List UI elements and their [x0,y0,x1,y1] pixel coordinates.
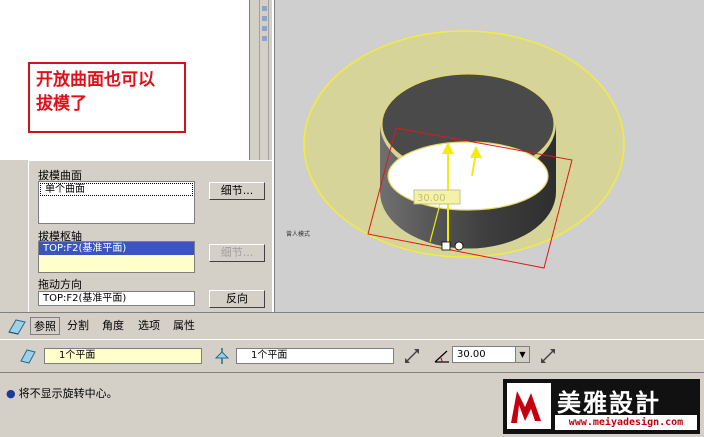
draft-surfaces-list[interactable]: 单个曲面 [38,181,195,224]
logo-brand-text: 美雅設計 [557,388,661,417]
tab-split[interactable]: 分割 [64,317,92,335]
hinge-field[interactable]: 1个平面 [44,348,202,364]
graphics-viewport[interactable]: 30.00 曾人模式 [276,0,704,312]
dashboard-controls: 1个平面 1个平面 [0,339,704,371]
angle-icon [434,350,449,363]
draft-surfaces-item[interactable]: 单个曲面 [40,183,193,196]
tab-references[interactable]: 参照 [30,317,60,335]
logo-mark-icon [507,383,551,429]
tab-angles[interactable]: 角度 [99,317,127,335]
draft-hinge-item[interactable]: TOP:F2(基准平面) [39,242,194,255]
draft-hinge-list[interactable]: TOP:F2(基准平面) [38,241,195,273]
hole-bottom-ellipse [387,141,549,211]
angle-combo[interactable]: 30.00 ▼ [452,346,530,363]
drag-handle-circle[interactable] [454,241,464,251]
angle-dim-label: 30.00 [417,193,446,204]
drag-handle-square[interactable] [441,241,451,251]
annotation-box: 开放曲面也可以 拔模了 [28,62,186,133]
direction-field[interactable]: 1个平面 [236,348,394,364]
pane-divider[interactable] [272,0,275,312]
pull-direction-field[interactable]: TOP:F2(基准平面) [38,291,195,306]
draft-surface-icon [20,349,36,364]
details-button-1[interactable]: 细节... [209,182,265,200]
flip-angle-icon[interactable] [538,346,558,366]
pull-direction-label: 拖动方向 [38,278,82,291]
chevron-down-icon[interactable]: ▼ [515,347,529,362]
annotation-line-2: 拔模了 [36,94,87,114]
flip-direction-icon[interactable] [402,346,422,366]
details-button-2[interactable]: 细节... [209,244,265,262]
bullet-icon: ● [6,387,16,400]
hinge-plane-icon [214,348,230,364]
viewport-small-text: 曾人模式 [286,230,310,238]
references-panel: 拔模曲面 单个曲面 细节... 拔模枢轴 TOP:F2(基准平面) 细节... … [28,160,272,312]
angle-value: 30.00 [457,349,486,360]
status-message: ● 将不显示旋转中心。 [6,387,118,400]
draft-feature-icon [8,319,26,335]
flip-button[interactable]: 反向 [209,290,265,308]
tab-properties[interactable]: 属性 [170,317,198,335]
logo-url: www.meiyadesign.com [555,415,697,430]
model-render: 30.00 曾人模式 [286,30,625,269]
pull-direction-item: TOP:F2(基准平面) [43,293,127,304]
brand-logo: 美雅設計 www.meiyadesign.com [503,379,700,434]
dashboard-tabbar: 参照 分割 角度 选项 属性 [0,312,704,338]
annotation-line-1: 开放曲面也可以 [36,70,155,90]
tab-options[interactable]: 选项 [135,317,163,335]
